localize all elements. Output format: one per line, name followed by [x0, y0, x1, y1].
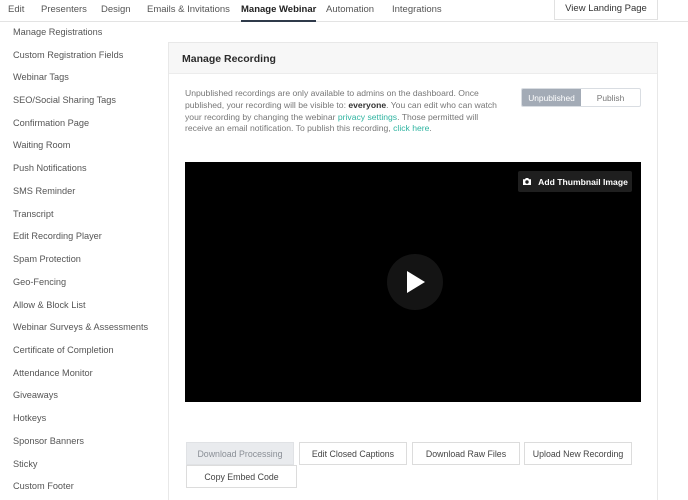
recording-description: Unpublished recordings are only availabl…	[185, 88, 503, 135]
view-landing-page-button[interactable]: View Landing Page	[554, 0, 658, 20]
edit-closed-captions-button[interactable]: Edit Closed Captions	[299, 442, 407, 465]
upload-new-recording-button[interactable]: Upload New Recording	[524, 442, 632, 465]
tab-manage-webinar[interactable]: Manage Webinar	[241, 4, 317, 22]
top-nav: Edit Presenters Design Emails & Invitati…	[0, 0, 688, 22]
visibility-audience: everyone	[348, 99, 387, 110]
publish-option[interactable]: Publish	[581, 89, 640, 106]
privacy-settings-link[interactable]: privacy settings	[338, 112, 397, 122]
sidebar-item-sticky[interactable]: Sticky	[13, 459, 38, 469]
sidebar-item-edit-recording-player[interactable]: Edit Recording Player	[13, 231, 102, 241]
play-icon	[407, 271, 425, 293]
sidebar-item-webinar-surveys-assessments[interactable]: Webinar Surveys & Assessments	[13, 322, 148, 332]
sidebar-item-seo-social-sharing-tags[interactable]: SEO/Social Sharing Tags	[13, 95, 116, 105]
sidebar-item-sms-reminder[interactable]: SMS Reminder	[13, 186, 75, 196]
sidebar-item-attendance-monitor[interactable]: Attendance Monitor	[13, 368, 93, 378]
click-here-link[interactable]: click here	[393, 123, 429, 133]
unpublished-option[interactable]: Unpublished	[522, 89, 581, 106]
play-button[interactable]	[387, 254, 443, 310]
sidebar-item-sponsor-banners[interactable]: Sponsor Banners	[13, 436, 84, 446]
sidebar-item-spam-protection[interactable]: Spam Protection	[13, 254, 81, 264]
add-thumbnail-button[interactable]: Add Thumbnail Image	[518, 171, 632, 192]
panel-header: Manage Recording	[169, 43, 657, 74]
sidebar-item-hotkeys[interactable]: Hotkeys	[13, 413, 46, 423]
sidebar-item-certificate-of-completion[interactable]: Certificate of Completion	[13, 345, 114, 355]
sidebar-item-custom-footer[interactable]: Custom Footer	[13, 481, 74, 491]
sidebar-item-giveaways[interactable]: Giveaways	[13, 390, 58, 400]
publish-toggle: Unpublished Publish	[521, 88, 641, 107]
manage-recording-panel: Manage Recording Unpublished recordings …	[168, 42, 658, 500]
recording-video-player[interactable]: Add Thumbnail Image	[185, 162, 641, 402]
sidebar-item-manage-registrations[interactable]: Manage Registrations	[13, 27, 102, 37]
sidebar: Manage Registrations Custom Registration…	[0, 22, 166, 500]
sidebar-item-push-notifications[interactable]: Push Notifications	[13, 163, 87, 173]
sidebar-item-webinar-tags[interactable]: Webinar Tags	[13, 72, 69, 82]
tab-presenters[interactable]: Presenters	[41, 4, 87, 15]
tab-automation[interactable]: Automation	[326, 4, 374, 15]
copy-embed-code-button[interactable]: Copy Embed Code	[186, 465, 297, 488]
download-processing-button: Download Processing	[186, 442, 294, 465]
add-thumbnail-label: Add Thumbnail Image	[538, 176, 628, 187]
camera-icon	[523, 178, 532, 185]
sidebar-item-transcript[interactable]: Transcript	[13, 209, 54, 219]
sidebar-item-allow-block-list[interactable]: Allow & Block List	[13, 300, 86, 310]
tab-integrations[interactable]: Integrations	[392, 4, 442, 15]
desc-text-4: .	[429, 123, 432, 134]
sidebar-item-confirmation-page[interactable]: Confirmation Page	[13, 118, 89, 128]
tab-edit[interactable]: Edit	[8, 4, 24, 15]
tab-emails-invitations[interactable]: Emails & Invitations	[147, 4, 230, 15]
download-raw-files-button[interactable]: Download Raw Files	[412, 442, 520, 465]
panel-title: Manage Recording	[182, 53, 276, 65]
sidebar-item-geo-fencing[interactable]: Geo-Fencing	[13, 277, 66, 287]
tab-design[interactable]: Design	[101, 4, 131, 15]
sidebar-item-custom-registration-fields[interactable]: Custom Registration Fields	[13, 50, 123, 60]
sidebar-item-waiting-room[interactable]: Waiting Room	[13, 140, 70, 150]
